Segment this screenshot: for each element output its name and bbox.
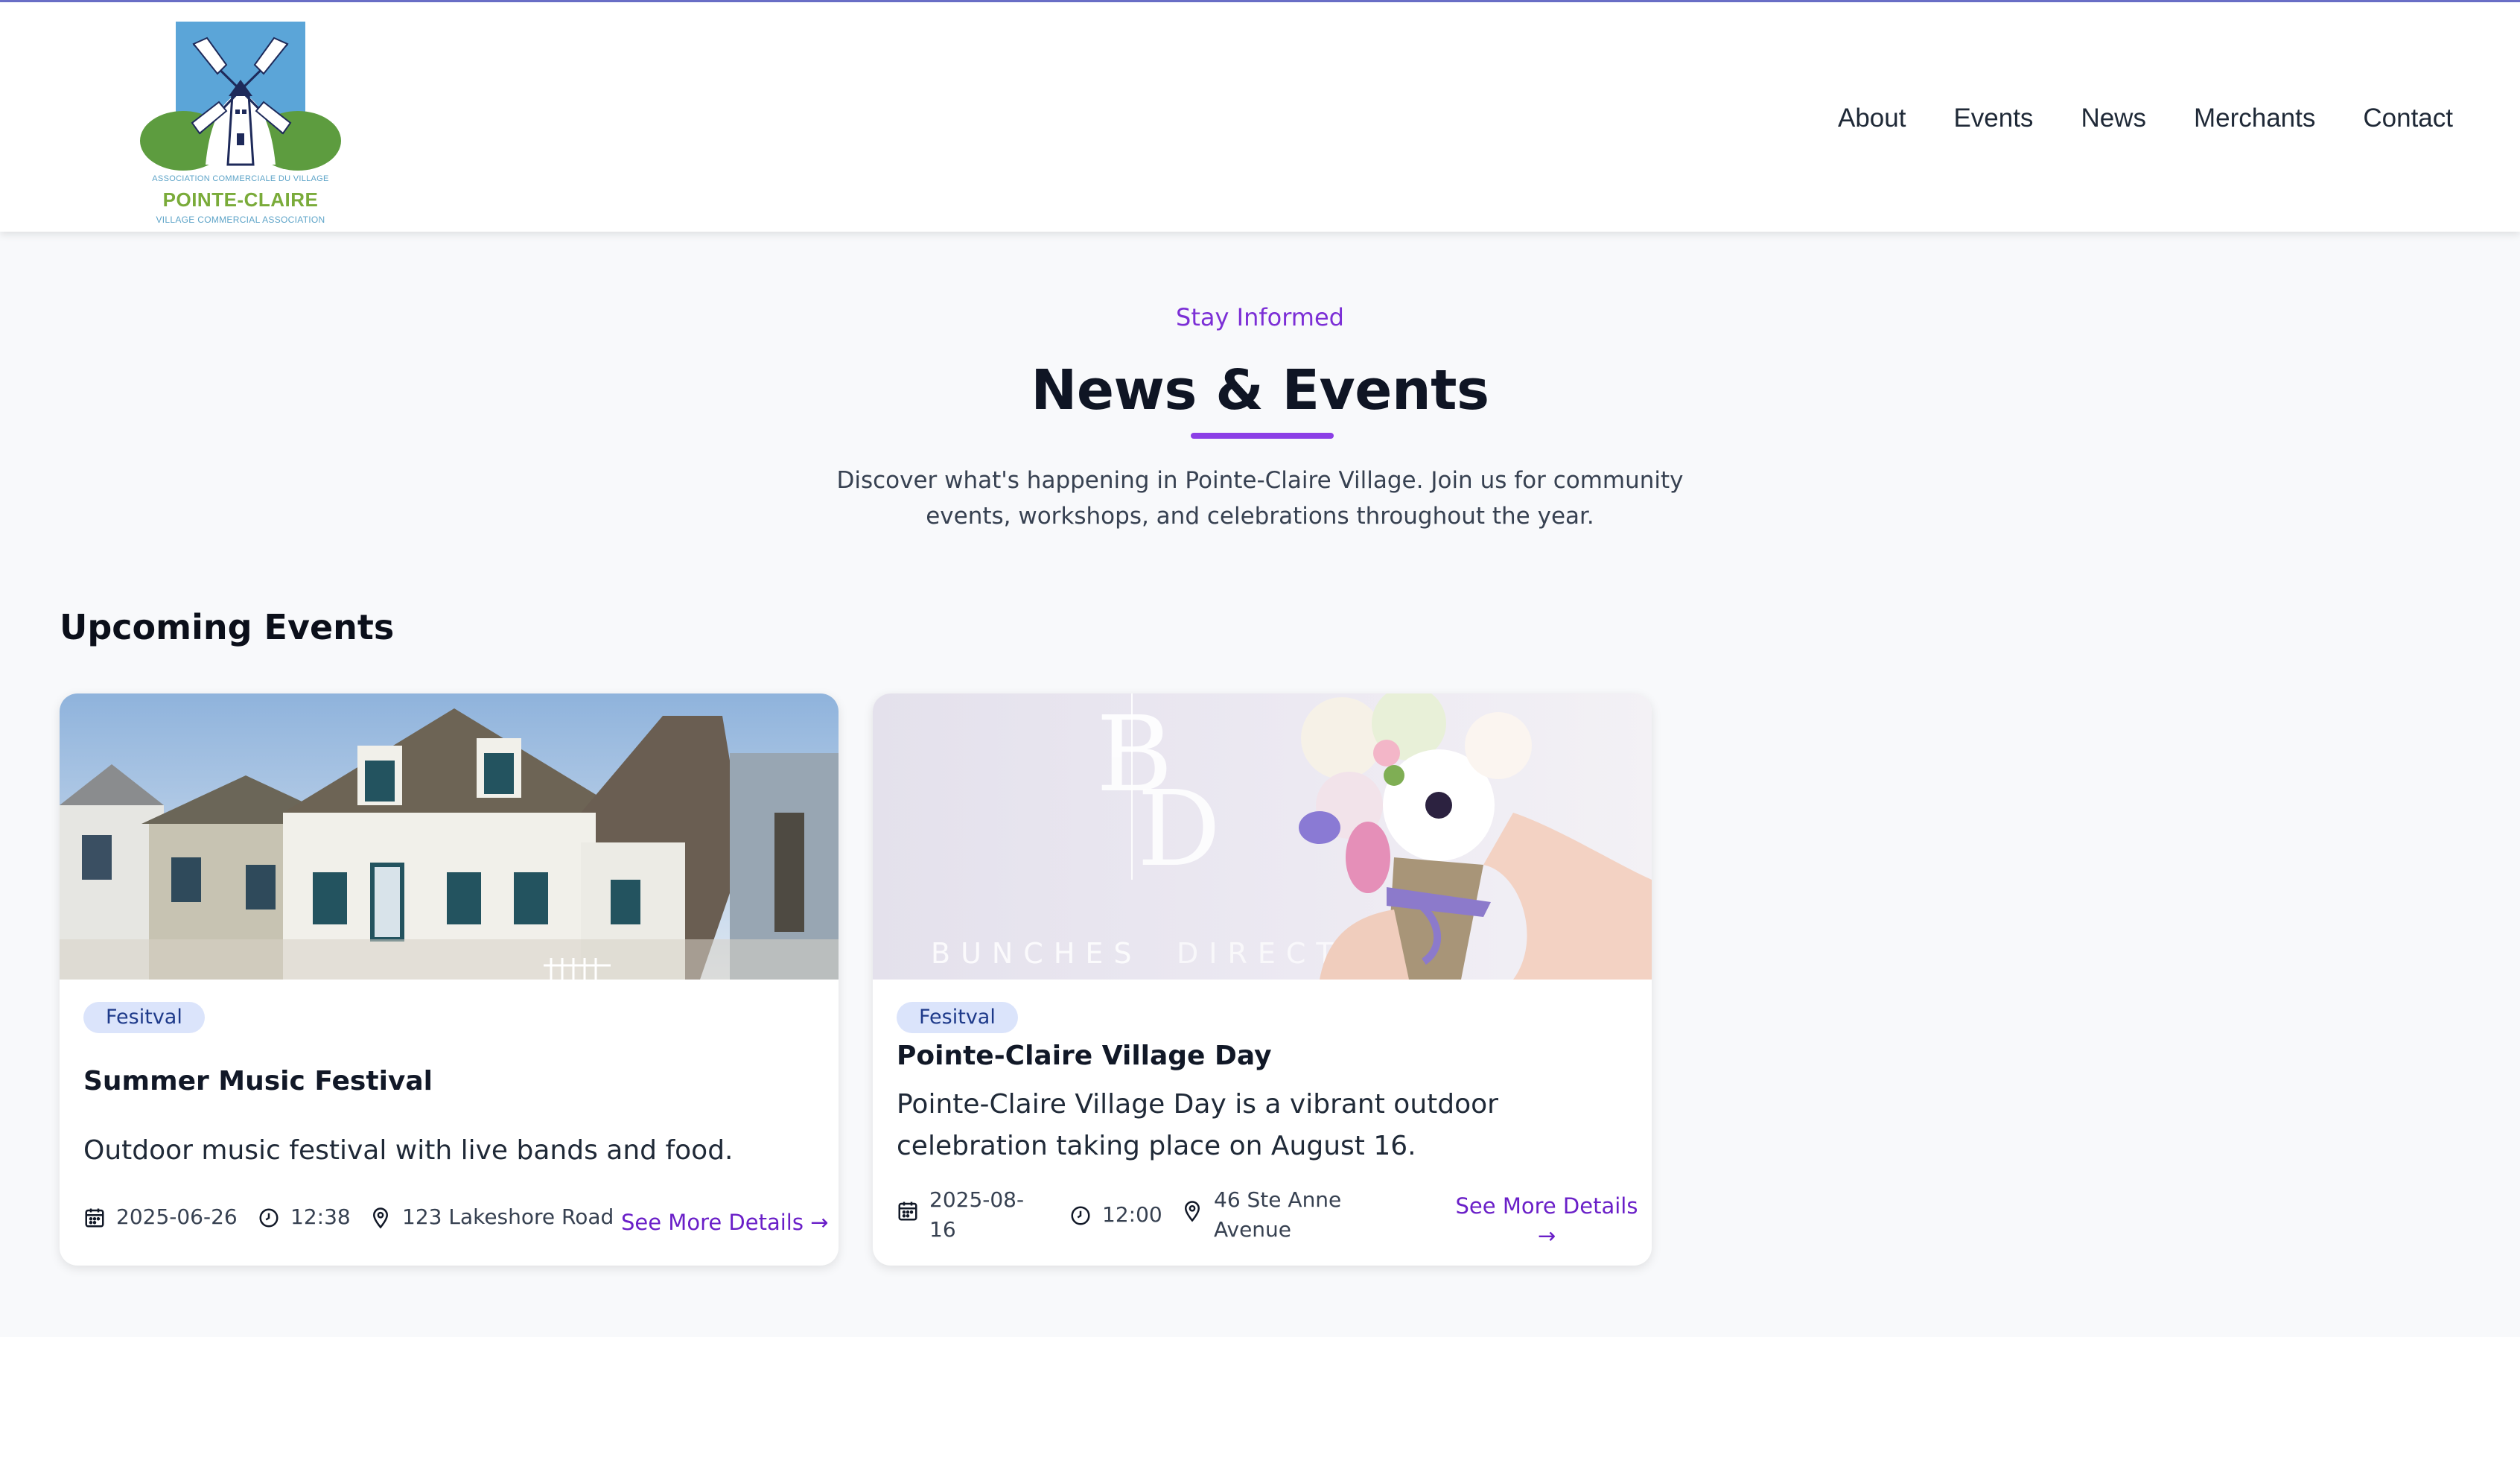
logo-text-name: POINTE-CLAIRE <box>162 188 319 211</box>
event-date-text: 2025-08- 16 <box>929 1185 1024 1245</box>
event-card: Fesitval Summer Music Festival Outdoor m… <box>60 693 839 1266</box>
upcoming-events-heading: Upcoming Events <box>60 607 395 647</box>
see-more-details-link[interactable]: See More Details → <box>1446 1191 1647 1251</box>
image-brand-word-1: BUNCHES <box>931 937 1142 970</box>
nav-news[interactable]: News <box>2057 98 2170 139</box>
event-image-house <box>60 693 839 980</box>
event-card: B D BUNCHES DIRECT Fesitval Pointe-Clair… <box>873 693 1652 1266</box>
windmill-logo <box>140 22 341 171</box>
logo-text-french: ASSOCIATION COMMERCIALE DU VILLAGE <box>152 174 329 183</box>
event-time-text: 12:38 <box>290 1204 351 1229</box>
intro-text: Discover what's happening in Pointe-Clai… <box>836 467 1684 530</box>
event-date: 2025-06-26 <box>83 1202 238 1232</box>
clock-icon <box>259 1208 279 1228</box>
event-location: 46 Ste Anne Avenue <box>1181 1185 1341 1245</box>
nav-contact[interactable]: Contact <box>2339 98 2453 139</box>
logo-text-english: VILLAGE COMMERCIAL ASSOCIATION <box>156 215 325 225</box>
title-underline <box>1191 433 1334 439</box>
see-more-details-label: See More Details <box>1455 1193 1638 1219</box>
event-description: Outdoor music festival with live bands a… <box>83 1135 734 1166</box>
event-title[interactable]: Summer Music Festival <box>83 1066 433 1096</box>
see-more-details-link[interactable]: See More Details → <box>621 1207 828 1237</box>
category-badge: Fesitval <box>897 1002 1018 1033</box>
event-image-bouquet: B D BUNCHES DIRECT <box>873 693 1652 980</box>
event-title[interactable]: Pointe-Claire Village Day <box>897 1041 1272 1071</box>
nav-merchants[interactable]: Merchants <box>2170 98 2339 139</box>
event-time: 12:38 <box>258 1202 351 1232</box>
map-pin-icon <box>1184 1201 1200 1222</box>
nav-events[interactable]: Events <box>1929 98 2057 139</box>
event-date-line-2: 16 <box>929 1217 956 1242</box>
nav-about[interactable]: About <box>1814 98 1929 139</box>
calendar-icon <box>898 1202 917 1221</box>
main-nav: About Events News Merchants Contact <box>1814 98 2453 139</box>
calendar-icon <box>85 1208 104 1228</box>
event-date-text: 2025-06-26 <box>116 1204 238 1229</box>
map-pin-icon <box>372 1207 389 1229</box>
page-title: News & Events <box>1031 358 1489 422</box>
news-events-section: Stay Informed News & Events Discover wha… <box>0 232 2520 1337</box>
event-time-text: 12:00 <box>1102 1202 1162 1227</box>
event-description: Pointe-Claire Village Day is a vibrant o… <box>897 1089 1498 1161</box>
site-header: ASSOCIATION COMMERCIALE DU VILLAGE POINT… <box>0 2 2520 232</box>
section-eyebrow: Stay Informed <box>1176 303 1344 331</box>
event-location: 123 Lakeshore Road <box>369 1202 614 1232</box>
image-monogram-d: D <box>1137 769 1221 890</box>
event-location-text: 123 Lakeshore Road <box>402 1204 614 1229</box>
clock-icon <box>1071 1206 1090 1225</box>
event-date: 2025-08- 16 <box>897 1185 1024 1245</box>
event-time: 12:00 <box>1069 1200 1162 1230</box>
event-date-line-1: 2025-08- <box>929 1187 1025 1212</box>
event-location-line-1: 46 Ste Anne <box>1214 1187 1342 1212</box>
category-badge: Fesitval <box>83 1002 205 1033</box>
arrow-right-icon: → <box>1537 1223 1556 1248</box>
site-logo[interactable]: ASSOCIATION COMMERCIALE DU VILLAGE POINT… <box>140 22 341 232</box>
event-location-text: 46 Ste Anne Avenue <box>1214 1185 1341 1245</box>
event-location-line-2: Avenue <box>1214 1217 1292 1242</box>
image-brand-word-2: DIRECT <box>1177 937 1344 970</box>
